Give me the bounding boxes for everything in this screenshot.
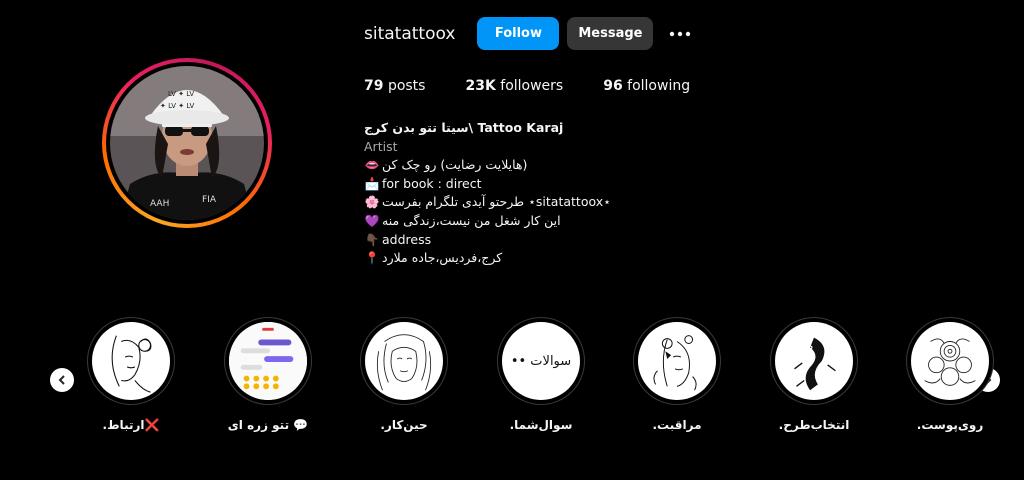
message-button[interactable]: Message xyxy=(567,17,654,50)
highlight-ring xyxy=(633,317,721,405)
woman-sketch-icon xyxy=(365,322,443,400)
floral-face-icon xyxy=(638,322,716,400)
highlight-label: .انتخاب‌طرح xyxy=(778,418,850,432)
followers-label: followers xyxy=(500,78,564,94)
highlight-ring xyxy=(224,317,312,405)
lips-icon: 👄 xyxy=(364,158,380,173)
bio-line: 💜 این کار شغل من نیست،زندگی منه xyxy=(364,212,694,231)
posts-count: 79 xyxy=(364,78,384,94)
highlight-ring xyxy=(87,317,175,405)
highlight-item[interactable]: سوالات •• .سوال‌شما xyxy=(496,317,586,432)
posts-stat: 79 posts xyxy=(364,78,425,94)
profile-header: sitatattoox Follow Message xyxy=(364,17,693,50)
more-options-icon[interactable] xyxy=(667,17,693,50)
envelope-icon: 📩 xyxy=(364,176,380,191)
bio-line: 📩 for book : direct xyxy=(364,175,694,194)
bio-text: for book : direct xyxy=(382,175,482,191)
bio-text: address xyxy=(382,231,432,247)
svg-text:?: ? xyxy=(807,343,813,357)
followers-count: 23K xyxy=(465,78,496,94)
avatar-inner: AAH FIA LV ✦ LV ✦ LV ✦ LV xyxy=(106,62,268,224)
highlights-prev-button[interactable] xyxy=(50,368,74,392)
highlight-item[interactable]: ? .انتخاب‌طرح xyxy=(769,317,859,432)
highlight-item[interactable]: .حین‌کار xyxy=(359,317,449,432)
bio-text: این کار شغل من نیست،زندگی منه xyxy=(382,212,561,228)
followers-stat[interactable]: 23K followers xyxy=(465,78,563,94)
highlight-item[interactable]: .روی‌پوست xyxy=(905,317,995,432)
highlight-ring xyxy=(906,317,994,405)
profile-bio: سیتا تتو بدن کرج\ Tattoo Karaj Artist 👄(… xyxy=(364,119,694,268)
follow-button[interactable]: Follow xyxy=(477,17,560,50)
following-count: 96 xyxy=(603,78,623,94)
highlight-ring: سوالات •• xyxy=(497,317,585,405)
bio-line: 👇🏿 address xyxy=(364,231,694,250)
pointing-down-icon: 👇🏿 xyxy=(364,232,380,247)
chevron-left-icon xyxy=(58,375,65,385)
line-art-face-icon xyxy=(92,322,170,400)
questions-text-icon: سوالات •• xyxy=(502,322,580,400)
highlight-ring: ? xyxy=(770,317,858,405)
highlight-label: .ارتباط❌ xyxy=(102,418,160,432)
highlight-label: تتو زره ای 💬 xyxy=(227,418,309,432)
following-label: following xyxy=(627,78,691,94)
highlight-ring xyxy=(360,317,448,405)
following-stat[interactable]: 96 following xyxy=(603,78,690,94)
pin-icon: 📍 xyxy=(364,251,380,266)
bio-text: (هایلایت رضایت) رو چک کن xyxy=(382,157,528,173)
bio-line: 👄 (هایلایت رضایت) رو چک کن xyxy=(364,156,694,175)
avatar[interactable]: AAH FIA LV ✦ LV ✦ LV ✦ LV xyxy=(110,66,264,220)
highlight-circle-text: سوالات •• xyxy=(510,353,572,369)
bio-line: 🌸 ⋆sitatattoox⋆ طرحتو آیدی تلگرام بفرست xyxy=(364,193,694,212)
profile-avatar-ring[interactable]: AAH FIA LV ✦ LV ✦ LV ✦ LV xyxy=(102,58,272,228)
svg-text:✦ LV ✦ LV: ✦ LV ✦ LV xyxy=(160,102,194,110)
username: sitatattoox xyxy=(364,23,456,44)
profile-stats: 79 posts 23K followers 96 following xyxy=(364,78,730,94)
bio-text: کرج،فردیس،جاده ملارد xyxy=(382,250,503,266)
highlight-item[interactable]: تتو زره ای 💬 xyxy=(223,317,313,432)
chat-screenshot-icon xyxy=(229,322,307,400)
posts-label: posts xyxy=(387,78,426,94)
profile-name: سیتا تتو بدن کرج\ Tattoo Karaj xyxy=(364,120,564,135)
highlight-label: .حین‌کار xyxy=(380,418,428,432)
highlight-label: .روی‌پوست xyxy=(916,418,984,432)
highlight-label: .مراقبت xyxy=(652,418,702,432)
highlight-item[interactable]: .ارتباط❌ xyxy=(86,317,176,432)
bio-line: 📍 کرج،فردیس،جاده ملارد xyxy=(364,249,694,268)
flower-sketch-icon xyxy=(911,322,989,400)
profile-category: Artist xyxy=(364,138,398,154)
svg-text:FIA: FIA xyxy=(202,195,217,205)
blossom-icon: 🌸 xyxy=(364,195,380,210)
svg-text:LV ✦ LV: LV ✦ LV xyxy=(168,90,194,98)
highlight-item[interactable]: .مراقبت xyxy=(632,317,722,432)
svg-text:AAH: AAH xyxy=(150,199,169,209)
highlight-label: .سوال‌شما xyxy=(509,418,573,432)
purple-heart-icon: 💜 xyxy=(364,213,380,228)
question-ink-icon: ? xyxy=(775,322,853,400)
bio-text: ⋆sitatattoox⋆ طرحتو آیدی تلگرام بفرست xyxy=(382,194,611,210)
